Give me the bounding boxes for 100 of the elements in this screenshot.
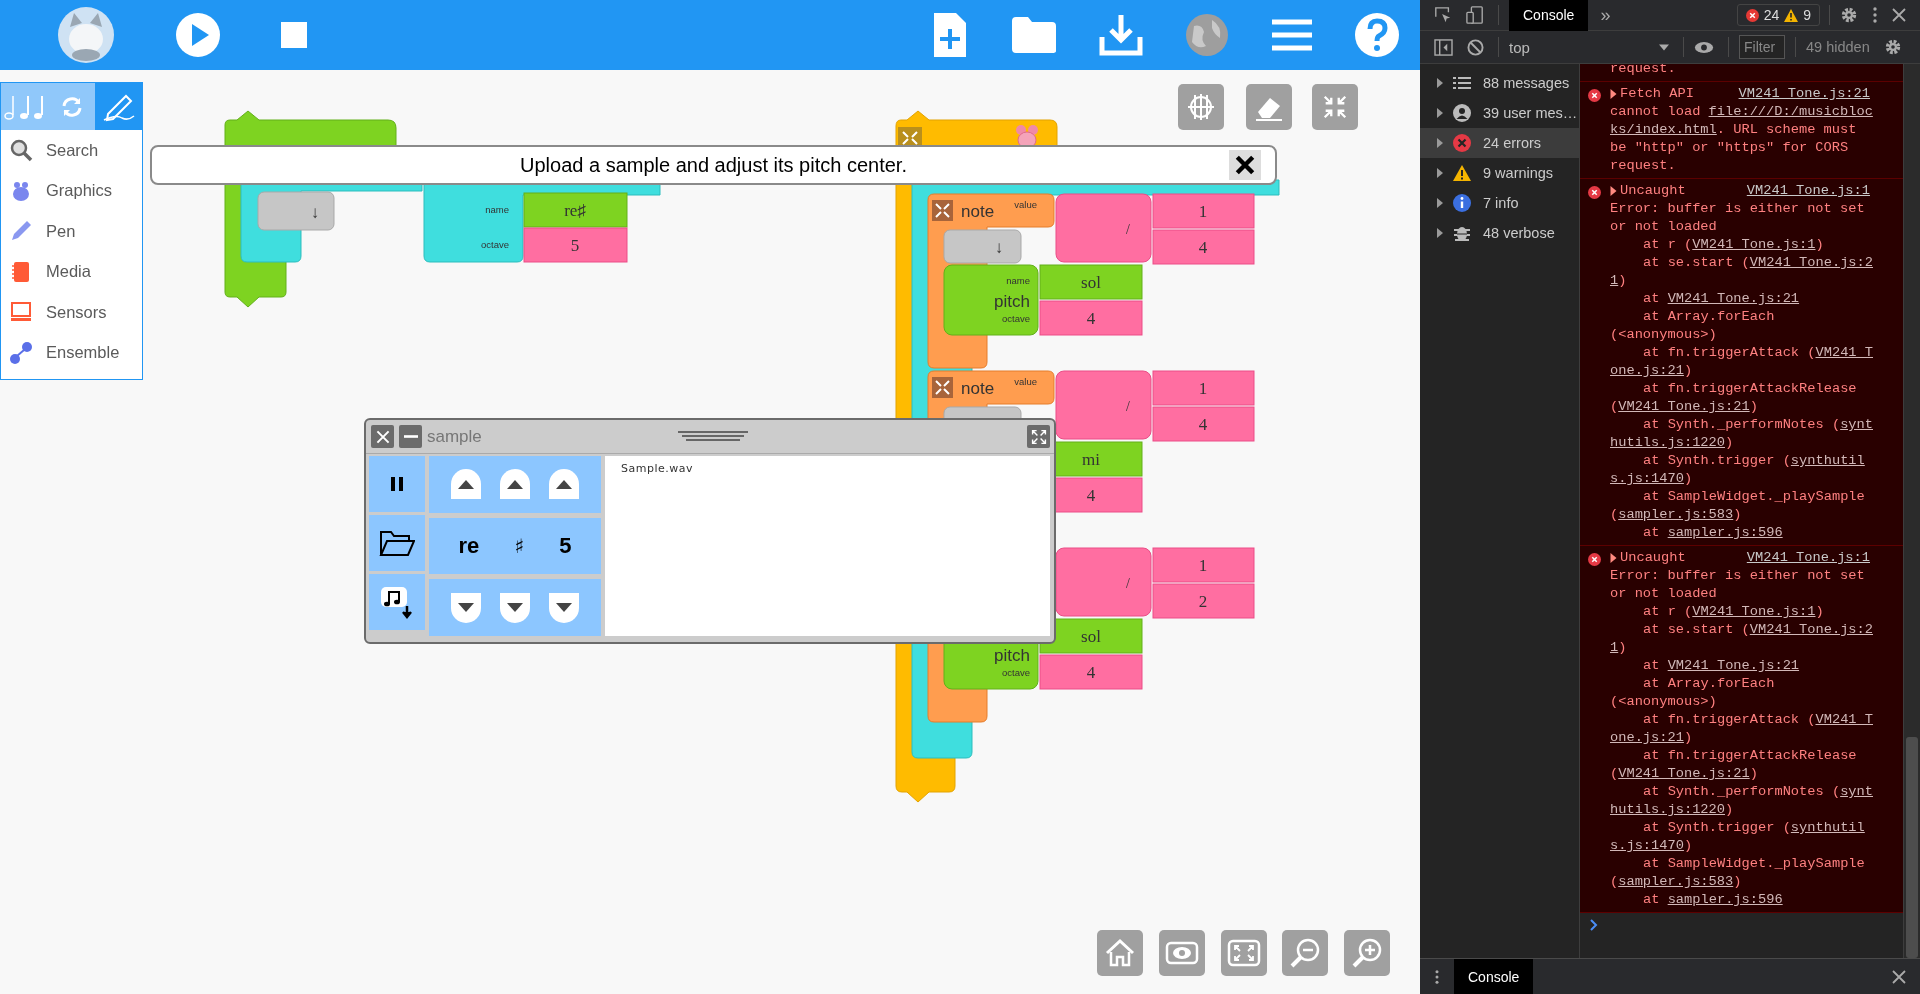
expand-icon[interactable] <box>1610 553 1617 563</box>
sidebar-item[interactable]: 48 verbose <box>1420 218 1579 248</box>
zoom-out-button[interactable] <box>1282 930 1328 976</box>
increase-button[interactable] <box>549 469 580 500</box>
number-slot[interactable]: 4 <box>1152 229 1255 265</box>
palette-item[interactable]: Ensemble <box>1 332 142 373</box>
number-slot[interactable]: 5 <box>523 227 628 263</box>
palette-tab[interactable] <box>95 83 142 130</box>
console-link[interactable]: file:///D:/musicbloc <box>1708 104 1873 119</box>
number-slot[interactable]: 2 <box>1152 583 1255 619</box>
palette-item[interactable]: Graphics <box>1 170 142 211</box>
grid-button[interactable] <box>1178 84 1224 130</box>
animal-head-icon[interactable] <box>56 5 116 65</box>
decrease-button[interactable] <box>450 592 481 623</box>
console-link[interactable]: VM241 T <box>1815 712 1873 727</box>
context-dropdown[interactable]: top <box>1509 38 1669 56</box>
folder-button[interactable] <box>369 515 425 571</box>
console-link[interactable]: synthutil <box>1790 820 1865 835</box>
note-name-slot[interactable]: sol <box>1039 264 1143 300</box>
device-icon[interactable] <box>1466 6 1484 24</box>
note-name-slot[interactable]: re♯ <box>523 192 628 228</box>
folder-icon[interactable] <box>1010 15 1058 55</box>
console-link[interactable]: s.js:1470 <box>1610 471 1684 486</box>
console-link[interactable]: 1 <box>1610 273 1619 288</box>
more-tabs[interactable]: » <box>1600 4 1611 26</box>
close-button[interactable] <box>1229 150 1261 180</box>
close-icon[interactable] <box>1892 969 1906 984</box>
sidebar-toggle-icon[interactable] <box>1434 38 1453 56</box>
pitch-block[interactable] <box>943 264 1039 336</box>
console-link[interactable]: VM241 Tone.js:21 <box>1618 399 1750 414</box>
settings-icon[interactable] <box>1883 38 1902 56</box>
home-button[interactable] <box>1097 930 1143 976</box>
settings-icon[interactable] <box>1840 6 1858 24</box>
console-link[interactable]: sampler.js:583 <box>1618 507 1734 522</box>
source-link[interactable]: VM241 Tone.js:1 <box>1746 182 1870 200</box>
console-link[interactable]: synthutil <box>1790 453 1865 468</box>
play-button[interactable] <box>175 12 221 58</box>
sidebar-item[interactable]: 7 info <box>1420 188 1579 218</box>
console-link[interactable]: VM241 Tone.js:21 <box>1618 766 1750 781</box>
source-link[interactable]: VM241 Tone.js:1 <box>1746 549 1870 567</box>
drawer-tab[interactable]: Console <box>1454 959 1534 994</box>
console-link[interactable]: s.js:1470 <box>1610 838 1684 853</box>
console-link[interactable]: hutils.js:1220 <box>1610 435 1725 450</box>
save-sample-button[interactable] <box>369 574 425 630</box>
console-link[interactable]: VM241 Tone.js:21 <box>1667 658 1800 673</box>
palette-item[interactable]: Search <box>1 130 142 171</box>
help-icon[interactable] <box>1354 12 1400 58</box>
divide-block[interactable]: / <box>1055 370 1152 440</box>
arrow-block[interactable]: ↓ <box>257 191 335 231</box>
scrollbar-thumb[interactable] <box>1906 737 1918 958</box>
console-link[interactable]: synt <box>1840 417 1873 432</box>
palette-item[interactable]: Media <box>1 251 142 292</box>
collapse-icon[interactable] <box>932 200 953 221</box>
prompt-icon[interactable] <box>1590 919 1598 931</box>
menu-icon[interactable] <box>1270 17 1314 53</box>
clear-console-icon[interactable] <box>1467 38 1484 56</box>
console-link[interactable]: sampler.js:583 <box>1618 874 1734 889</box>
eraser-button[interactable] <box>1246 84 1292 130</box>
divide-block[interactable]: / <box>1055 193 1152 263</box>
console-link[interactable]: VM241 Tone.js:21 <box>1667 291 1800 306</box>
collapse-button[interactable] <box>1312 84 1358 130</box>
close-icon[interactable] <box>1892 8 1906 22</box>
console-link[interactable]: hutils.js:1220 <box>1610 802 1725 817</box>
sidebar-item[interactable]: 24 errors <box>1420 128 1579 158</box>
number-slot[interactable]: 1 <box>1152 547 1255 583</box>
console-link[interactable]: VM241 T <box>1815 345 1873 360</box>
console-link[interactable]: VM241 Tone.js:1 <box>1692 237 1816 252</box>
source-link[interactable]: VM241 Tone.js:21 <box>1738 85 1870 103</box>
number-slot[interactable]: 1 <box>1152 193 1255 229</box>
console-link[interactable]: one.js:21 <box>1610 730 1684 745</box>
console-link[interactable]: sampler.js:596 <box>1667 525 1783 540</box>
console-link[interactable]: synt <box>1840 784 1873 799</box>
expand-button[interactable] <box>1027 425 1050 448</box>
decrease-button[interactable] <box>549 592 580 623</box>
increase-button[interactable] <box>450 469 481 500</box>
palette-item[interactable]: Pen <box>1 211 142 252</box>
more-options-icon[interactable] <box>1434 968 1440 985</box>
console-link[interactable]: ks/index.html <box>1610 122 1717 137</box>
console-link[interactable]: VM241 Tone.js:2 <box>1749 255 1873 270</box>
eye-icon[interactable] <box>1694 40 1714 54</box>
console-link[interactable]: 1 <box>1610 640 1619 655</box>
console-link[interactable]: sampler.js:596 <box>1667 892 1783 907</box>
collapse-icon[interactable] <box>932 377 953 398</box>
palette-item[interactable]: Sensors <box>1 292 142 333</box>
decrease-button[interactable] <box>500 592 530 623</box>
filter-field[interactable]: Filter <box>1739 35 1785 59</box>
number-slot[interactable]: 4 <box>1152 406 1255 442</box>
number-slot[interactable]: 4 <box>1039 654 1143 690</box>
download-icon[interactable] <box>1098 13 1144 57</box>
inspect-icon[interactable] <box>1434 6 1452 24</box>
number-slot[interactable]: 1 <box>1152 370 1255 406</box>
sidebar-item[interactable]: 9 warnings <box>1420 158 1579 188</box>
pause-button[interactable] <box>369 456 425 512</box>
expand-icon[interactable] <box>1610 89 1617 99</box>
drag-handle-icon[interactable] <box>678 430 748 442</box>
console-tab[interactable]: Console <box>1509 0 1589 31</box>
zoom-in-button[interactable] <box>1344 930 1390 976</box>
sidebar-item[interactable]: 39 user mes… <box>1420 98 1579 128</box>
arrow-block[interactable]: ↓ <box>943 229 1022 264</box>
minimize-button[interactable] <box>399 425 422 448</box>
